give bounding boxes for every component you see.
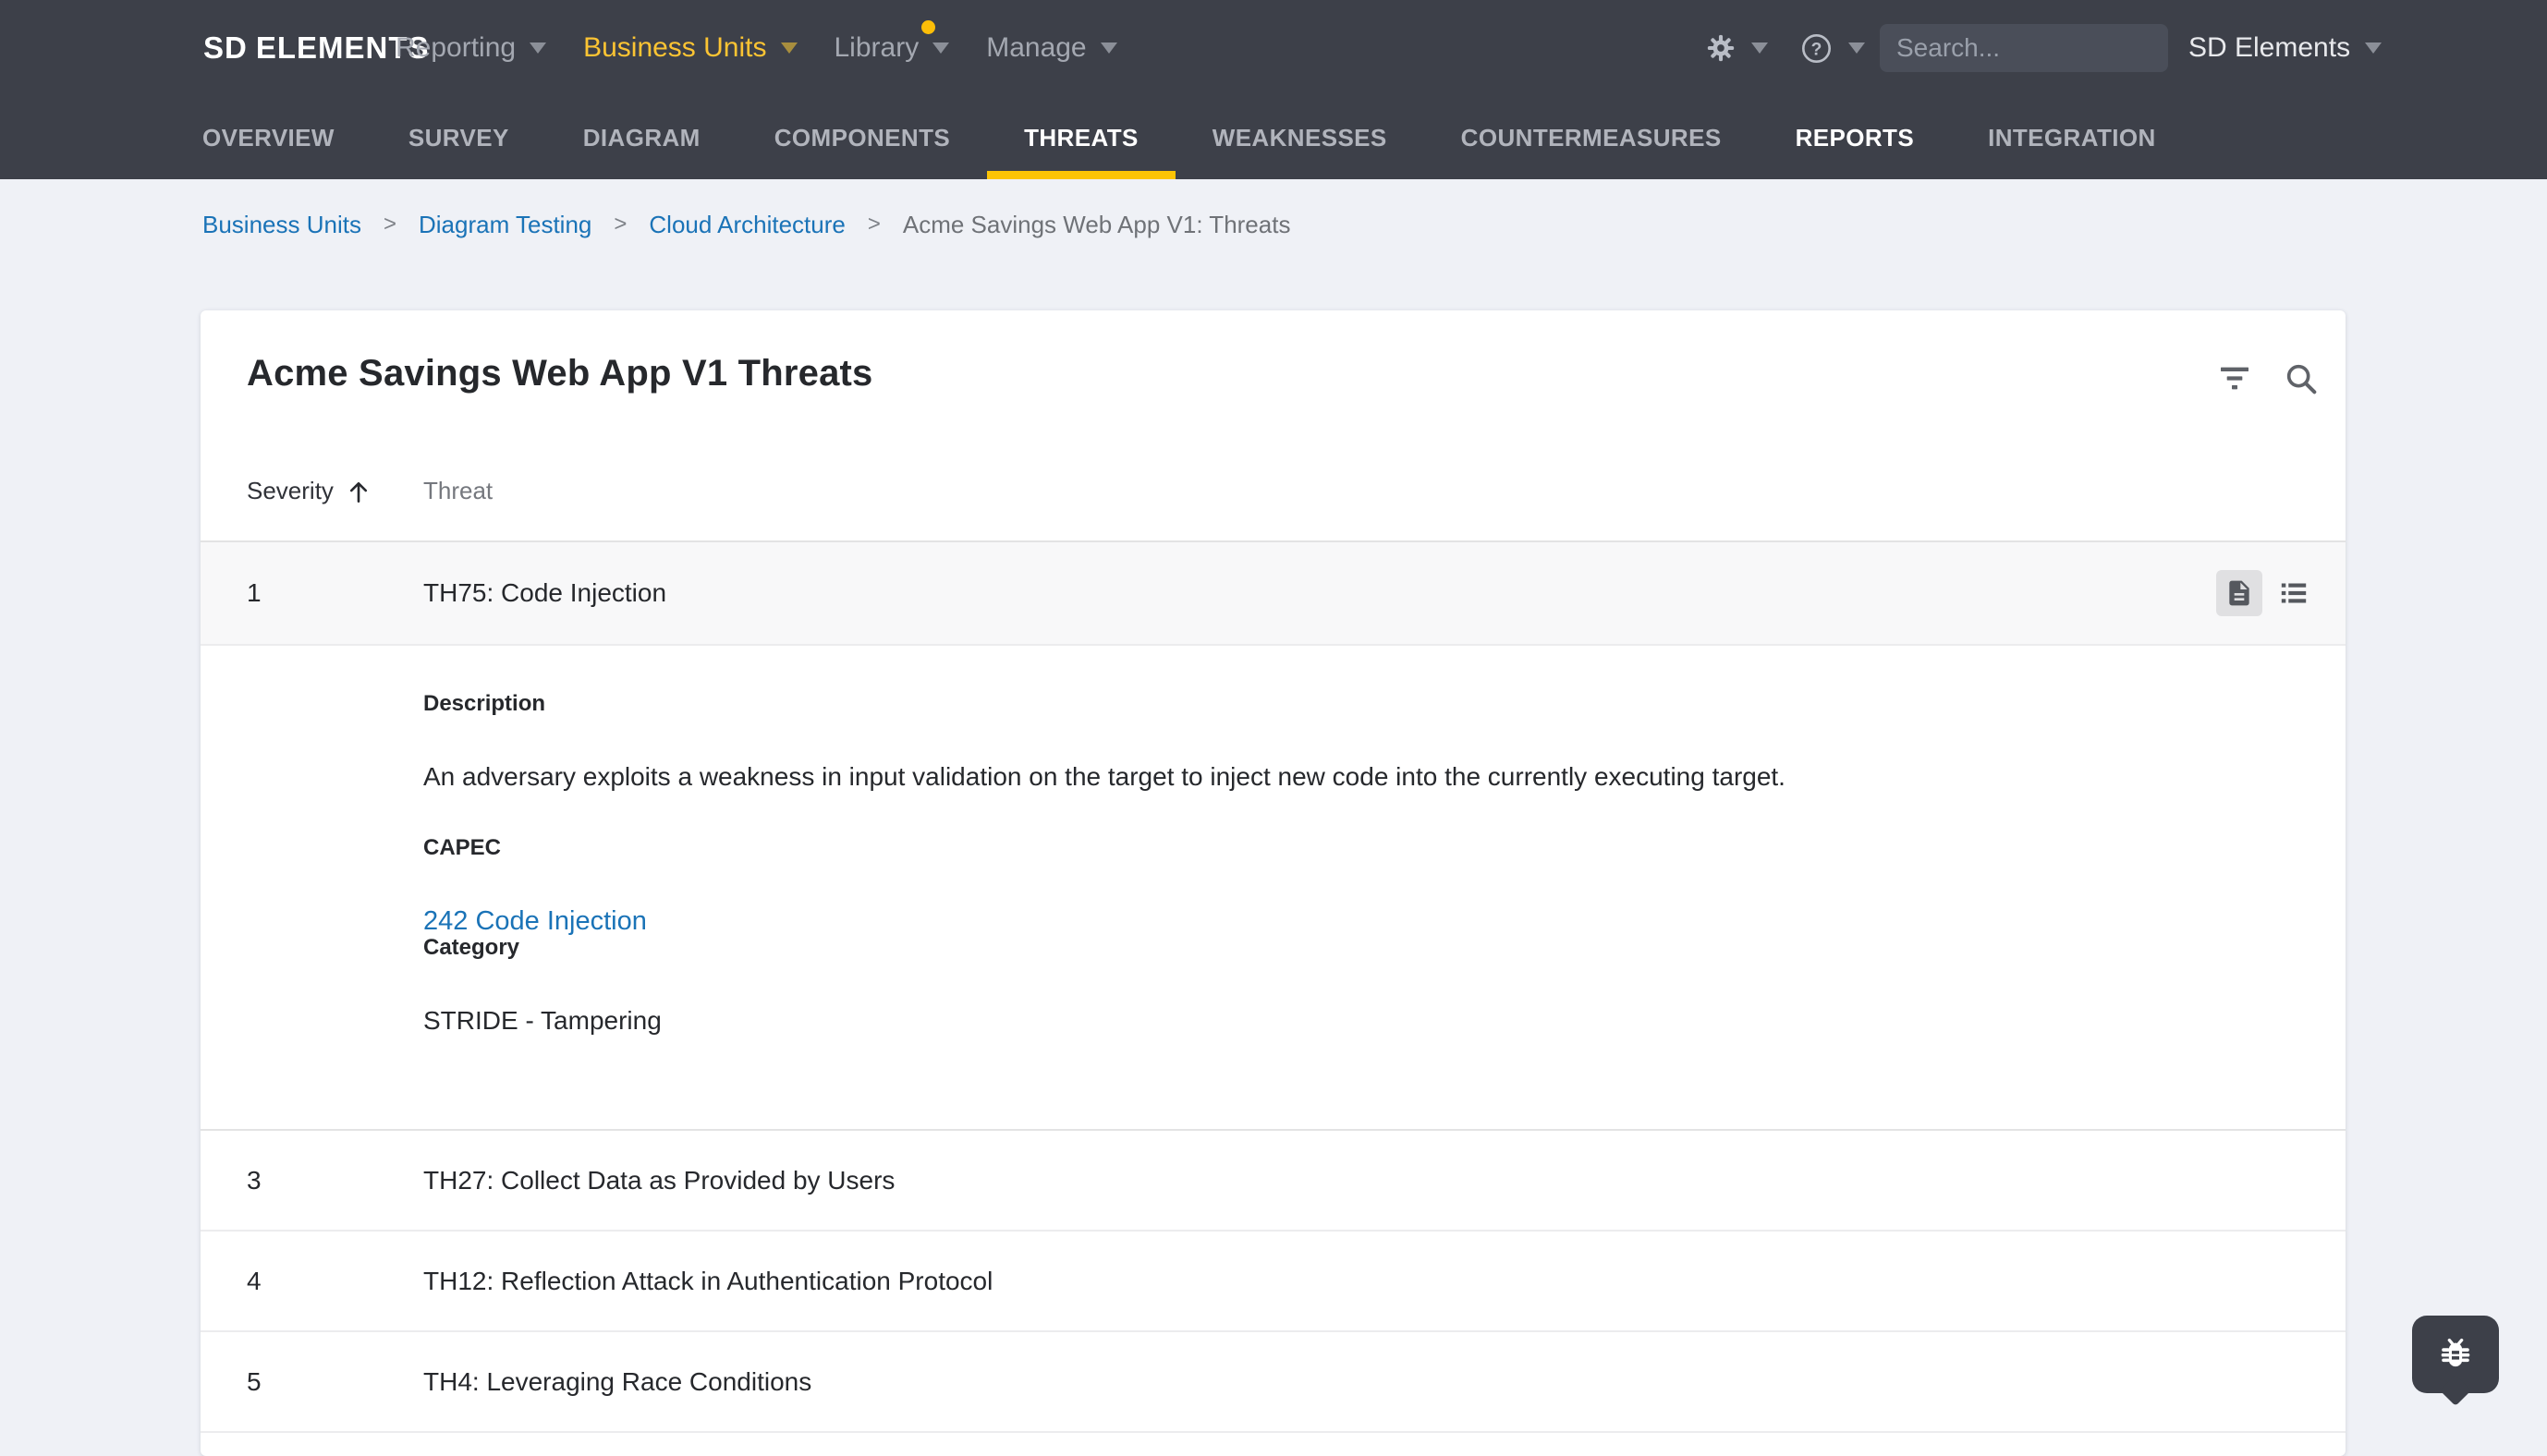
sd-elements-app: { "colors": { "navbar_bg": "#3d4049", "b… xyxy=(0,0,2547,1438)
global-search-input[interactable] xyxy=(1880,24,2168,72)
help-button[interactable]: ? xyxy=(1799,31,1834,66)
chevron-down-icon xyxy=(530,42,546,54)
breadcrumb-diagram-testing[interactable]: Diagram Testing xyxy=(419,209,591,240)
severity-value: 5 xyxy=(247,1367,262,1397)
breadcrumb-separator: > xyxy=(868,209,881,240)
notification-dot xyxy=(921,20,935,34)
breadcrumb: Business Units > Diagram Testing > Cloud… xyxy=(202,209,1290,240)
chevron-down-icon xyxy=(781,42,798,54)
page-title: Acme Savings Web App V1 Threats xyxy=(247,353,873,394)
account-menu-label[interactable]: SD Elements xyxy=(2188,32,2350,64)
menu-library[interactable]: Library xyxy=(835,32,950,64)
bug-report-button[interactable] xyxy=(2412,1316,2499,1393)
filter-icon xyxy=(2216,360,2253,397)
sort-ascending-arrow-icon xyxy=(345,478,372,505)
list-icon xyxy=(2277,576,2310,610)
threat-title: TH27: Collect Data as Provided by Users xyxy=(423,1166,895,1195)
description-label: Description xyxy=(423,692,2290,716)
threat-row-th4[interactable]: 5 TH4: Leveraging Race Conditions xyxy=(201,1332,2346,1433)
category-label: Category xyxy=(423,936,2290,960)
navbar-utilities: ? SD Elements xyxy=(1705,0,2382,96)
chevron-down-icon[interactable] xyxy=(1751,42,1768,54)
threat-row-th75[interactable]: 1 TH75: Code Injection xyxy=(201,542,2346,646)
project-tab-bar: OVERVIEW SURVEY DIAGRAM COMPONENTS THREA… xyxy=(165,96,2193,179)
chevron-down-icon xyxy=(932,42,949,54)
chevron-down-icon[interactable] xyxy=(1848,42,1865,54)
chevron-down-icon xyxy=(1101,42,1117,54)
threat-title: TH12: Reflection Attack in Authenticatio… xyxy=(423,1267,993,1296)
tab-integration[interactable]: INTEGRATION xyxy=(1951,96,2193,179)
menu-business-units[interactable]: Business Units xyxy=(583,32,797,64)
description-text: An adversary exploits a weakness in inpu… xyxy=(423,762,2290,792)
breadcrumb-current-page: Acme Savings Web App V1: Threats xyxy=(903,209,1291,240)
settings-gear-button[interactable] xyxy=(1705,32,1737,64)
tab-countermeasures[interactable]: COUNTERMEASURES xyxy=(1424,96,1759,179)
table-search-button[interactable] xyxy=(2281,358,2322,399)
tab-survey[interactable]: SURVEY xyxy=(372,96,546,179)
tab-threats[interactable]: THREATS xyxy=(987,96,1176,179)
breadcrumb-separator: > xyxy=(614,209,627,240)
threat-row-th12[interactable]: 4 TH12: Reflection Attack in Authenticat… xyxy=(201,1232,2346,1332)
help-icon: ? xyxy=(1799,31,1834,66)
menu-library-label: Library xyxy=(835,32,920,64)
category-value: STRIDE - Tampering xyxy=(423,1006,2290,1036)
bug-icon xyxy=(2436,1335,2475,1374)
filter-button[interactable] xyxy=(2214,358,2255,399)
list-view-button[interactable] xyxy=(2277,576,2310,610)
severity-value: 4 xyxy=(247,1267,262,1296)
top-navbar: SD ELEMENTS Reporting Business Units Lib… xyxy=(0,0,2547,179)
menu-manage-label: Manage xyxy=(986,32,1086,64)
column-header-threat: Threat xyxy=(423,477,493,505)
svg-text:?: ? xyxy=(1811,40,1822,59)
severity-value: 1 xyxy=(247,578,262,608)
capec-label: CAPEC xyxy=(423,836,2290,860)
panel-actions xyxy=(2214,358,2322,399)
menu-business-units-label: Business Units xyxy=(583,32,766,64)
tab-weaknesses[interactable]: WEAKNESSES xyxy=(1176,96,1424,179)
tab-overview[interactable]: OVERVIEW xyxy=(165,96,372,179)
threat-row-th27[interactable]: 3 TH27: Collect Data as Provided by User… xyxy=(201,1131,2346,1232)
panel-header: Acme Savings Web App V1 Threats xyxy=(201,310,2346,542)
breadcrumb-business-units[interactable]: Business Units xyxy=(202,209,361,240)
breadcrumb-separator: > xyxy=(384,209,396,240)
tab-diagram[interactable]: DIAGRAM xyxy=(546,96,737,179)
gear-icon xyxy=(1705,32,1737,64)
threat-title: TH75: Code Injection xyxy=(423,578,666,608)
breadcrumb-cloud-architecture[interactable]: Cloud Architecture xyxy=(649,209,845,240)
description-view-button[interactable] xyxy=(2216,570,2262,616)
document-icon xyxy=(2224,578,2254,608)
navbar-primary-row: SD ELEMENTS Reporting Business Units Lib… xyxy=(0,0,2547,96)
chevron-down-icon[interactable] xyxy=(2365,42,2382,54)
menu-reporting-label: Reporting xyxy=(396,32,516,64)
menu-manage[interactable]: Manage xyxy=(986,32,1116,64)
threat-title: TH4: Leveraging Race Conditions xyxy=(423,1367,811,1397)
tab-reports[interactable]: REPORTS xyxy=(1759,96,1951,179)
logo-part-sd: SD xyxy=(203,30,248,66)
row-view-toggles xyxy=(2216,570,2310,616)
severity-value: 3 xyxy=(247,1166,262,1195)
search-icon xyxy=(2283,360,2320,397)
tab-components[interactable]: COMPONENTS xyxy=(737,96,987,179)
column-header-severity[interactable]: Severity xyxy=(247,477,372,505)
menu-reporting[interactable]: Reporting xyxy=(396,32,546,64)
main-menu: Reporting Business Units Library Manage xyxy=(396,0,1117,96)
severity-header-label: Severity xyxy=(247,477,334,505)
threat-detail-panel: Description An adversary exploits a weak… xyxy=(201,646,2346,1131)
capec-link[interactable]: 242 Code Injection xyxy=(423,906,647,936)
threats-panel: Acme Savings Web App V1 Threats xyxy=(201,310,2346,1456)
